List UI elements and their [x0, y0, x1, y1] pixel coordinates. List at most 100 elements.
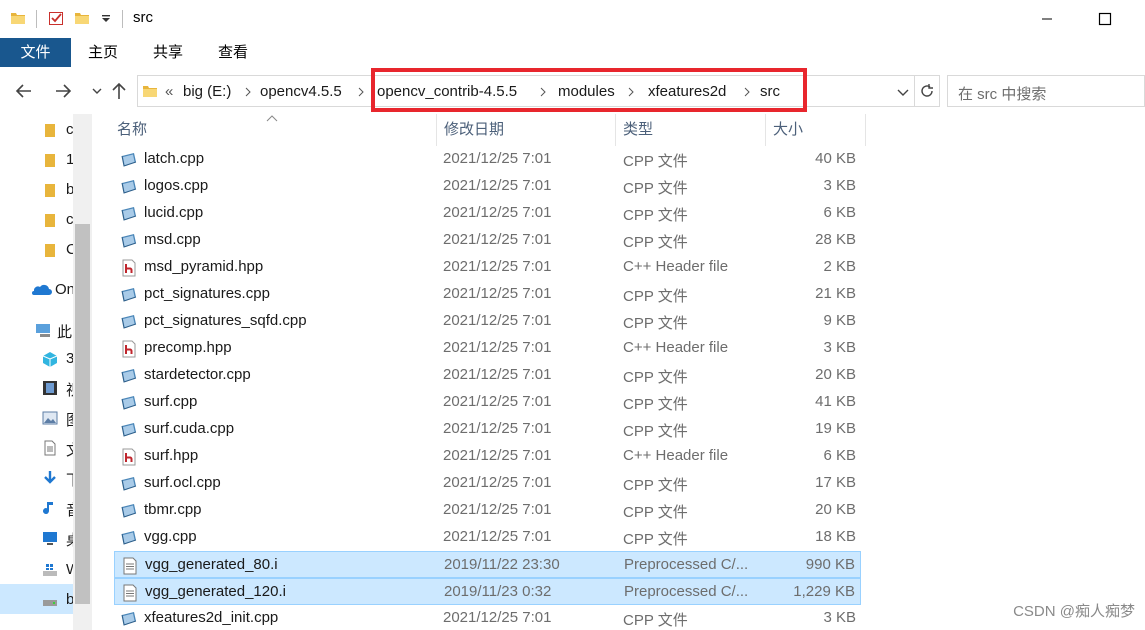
file-row[interactable]: stardetector.cpp 2021/12/25 7:01 CPP 文件 20 … — [114, 362, 861, 389]
file-type: CPP 文件 — [623, 396, 688, 413]
file-size: 1,229 KB — [793, 583, 855, 600]
cpp-file-icon — [121, 153, 137, 167]
file-name: tbmr.cpp — [144, 501, 202, 518]
text-file-icon — [123, 584, 137, 602]
recent-locations-icon[interactable] — [86, 80, 108, 102]
documents-icon — [44, 440, 56, 456]
file-row[interactable]: vgg.cpp 2021/12/25 7:01 CPP 文件 18 KB — [114, 524, 861, 551]
file-type: CPP 文件 — [623, 288, 688, 305]
file-row[interactable]: msd.cpp 2021/12/25 7:01 CPP 文件 28 KB — [114, 227, 861, 254]
file-row[interactable]: logos.cpp 2021/12/25 7:01 CPP 文件 3 KB — [114, 173, 861, 200]
file-name: vgg.cpp — [144, 528, 197, 545]
new-folder-icon[interactable] — [74, 10, 90, 26]
this-pc-icon — [36, 324, 50, 337]
file-row[interactable]: vgg_generated_80.i 2019/11/22 23:30 Prepro… — [114, 551, 861, 578]
tab-share[interactable]: 共享 — [153, 38, 183, 68]
window-title: src — [133, 9, 153, 26]
file-size: 17 KB — [815, 474, 856, 491]
file-type: CPP 文件 — [623, 531, 688, 548]
file-row[interactable]: tbmr.cpp 2021/12/25 7:01 CPP 文件 20 KB — [114, 497, 861, 524]
customize-toolbar-icon[interactable] — [98, 10, 114, 26]
sidebar-scrollbar[interactable] — [73, 114, 92, 630]
breadcrumb-overflow[interactable]: « — [165, 83, 173, 100]
cpp-file-icon — [121, 504, 137, 518]
folder-icon — [45, 184, 55, 197]
column-header-type[interactable]: 类型 — [615, 114, 765, 146]
file-type: CPP 文件 — [623, 234, 688, 251]
file-name: surf.ocl.cpp — [144, 474, 221, 491]
file-row[interactable]: surf.cuda.cpp 2021/12/25 7:01 CPP 文件 19 KB — [114, 416, 861, 443]
cpp-file-icon — [121, 477, 137, 491]
file-row[interactable]: pct_signatures_sqfd.cpp 2021/12/25 7:01 CP… — [114, 308, 861, 335]
file-row[interactable]: precomp.hpp 2021/12/25 7:01 C++ Header fil… — [114, 335, 861, 362]
text-file-icon — [123, 557, 137, 575]
file-type: C++ Header file — [623, 258, 729, 275]
file-date: 2021/12/25 7:01 — [443, 393, 552, 410]
file-row[interactable]: pct_signatures.cpp 2021/12/25 7:01 CPP 文件 2… — [114, 281, 861, 308]
minimize-button[interactable] — [1024, 0, 1070, 38]
file-type: Preprocessed C/... — [624, 583, 749, 600]
file-name: msd.cpp — [144, 231, 201, 248]
cpp-file-icon — [121, 369, 137, 383]
column-divider[interactable] — [865, 114, 866, 146]
windows-drive-icon — [43, 564, 57, 576]
file-row[interactable]: xfeatures2d_init.cpp 2021/12/25 7:01 CPP 文… — [114, 605, 861, 630]
file-date: 2019/11/23 0:32 — [444, 583, 552, 600]
file-size: 6 KB — [823, 204, 856, 221]
chevron-right-icon[interactable] — [356, 87, 366, 97]
separator — [914, 76, 915, 106]
minimize-icon — [1042, 18, 1052, 20]
folder-icon — [45, 214, 55, 227]
file-row[interactable]: surf.cpp 2021/12/25 7:01 CPP 文件 41 KB — [114, 389, 861, 416]
file-row[interactable]: vgg_generated_120.i 2019/11/23 0:32 Prepro… — [114, 578, 861, 605]
search-input[interactable]: 在 src 中搜索 — [947, 75, 1145, 107]
file-row[interactable]: msd_pyramid.hpp 2021/12/25 7:01 C++ Header… — [114, 254, 861, 281]
tab-view[interactable]: 查看 — [218, 38, 248, 68]
file-type: CPP 文件 — [623, 423, 688, 440]
scrollbar-thumb[interactable] — [75, 224, 90, 604]
breadcrumb-drive[interactable]: big (E:) — [183, 83, 231, 100]
column-header-size[interactable]: 大小 — [765, 114, 865, 146]
file-row[interactable]: lucid.cpp 2021/12/25 7:01 CPP 文件 6 KB — [114, 200, 861, 227]
breadcrumb-opencv[interactable]: opencv4.5.5 — [260, 83, 342, 100]
tab-file[interactable]: 文件 — [0, 38, 71, 67]
file-name: precomp.hpp — [144, 339, 232, 356]
file-name: surf.cpp — [144, 393, 198, 410]
forward-icon[interactable] — [52, 80, 74, 102]
onedrive-icon — [32, 284, 52, 295]
file-date: 2021/12/25 7:01 — [443, 609, 552, 626]
folder-icon — [143, 86, 157, 97]
file-date: 2021/12/25 7:01 — [443, 339, 552, 356]
column-header-name[interactable]: 名称 — [109, 114, 436, 146]
file-row[interactable]: surf.hpp 2021/12/25 7:01 C++ Header file 6 … — [114, 443, 861, 470]
desktop-icon — [43, 532, 57, 545]
downloads-icon — [44, 471, 56, 484]
file-type: CPP 文件 — [623, 153, 688, 170]
refresh-icon[interactable] — [919, 83, 935, 99]
chevron-down-icon[interactable] — [896, 85, 910, 99]
header-file-icon — [122, 259, 136, 277]
watermark: CSDN @痴人痴梦 — [1013, 603, 1135, 620]
column-header-date[interactable]: 修改日期 — [436, 114, 615, 146]
back-icon[interactable] — [13, 80, 35, 102]
file-size: 6 KB — [823, 447, 856, 464]
file-row[interactable]: surf.ocl.cpp 2021/12/25 7:01 CPP 文件 17 KB — [114, 470, 861, 497]
title-bar: src — [0, 0, 1145, 38]
cpp-file-icon — [121, 396, 137, 410]
file-row[interactable]: latch.cpp 2021/12/25 7:01 CPP 文件 40 KB — [114, 146, 861, 173]
file-name: logos.cpp — [144, 177, 209, 194]
file-name: surf.hpp — [144, 447, 199, 464]
cpp-file-icon — [121, 207, 137, 221]
videos-icon — [43, 381, 57, 395]
maximize-button[interactable] — [1081, 0, 1127, 38]
file-list: 名称 修改日期 类型 大小 latch.cpp 2021/12/25 7:01 CP… — [92, 114, 1145, 630]
tab-home[interactable]: 主页 — [88, 38, 118, 68]
file-name: latch.cpp — [144, 150, 205, 167]
separator — [36, 10, 37, 28]
chevron-right-icon[interactable] — [243, 87, 253, 97]
file-date: 2021/12/25 7:01 — [443, 204, 552, 221]
file-size: 2 KB — [823, 258, 856, 275]
up-icon[interactable] — [108, 80, 130, 102]
properties-icon[interactable] — [48, 10, 64, 26]
file-size: 28 KB — [815, 231, 856, 248]
